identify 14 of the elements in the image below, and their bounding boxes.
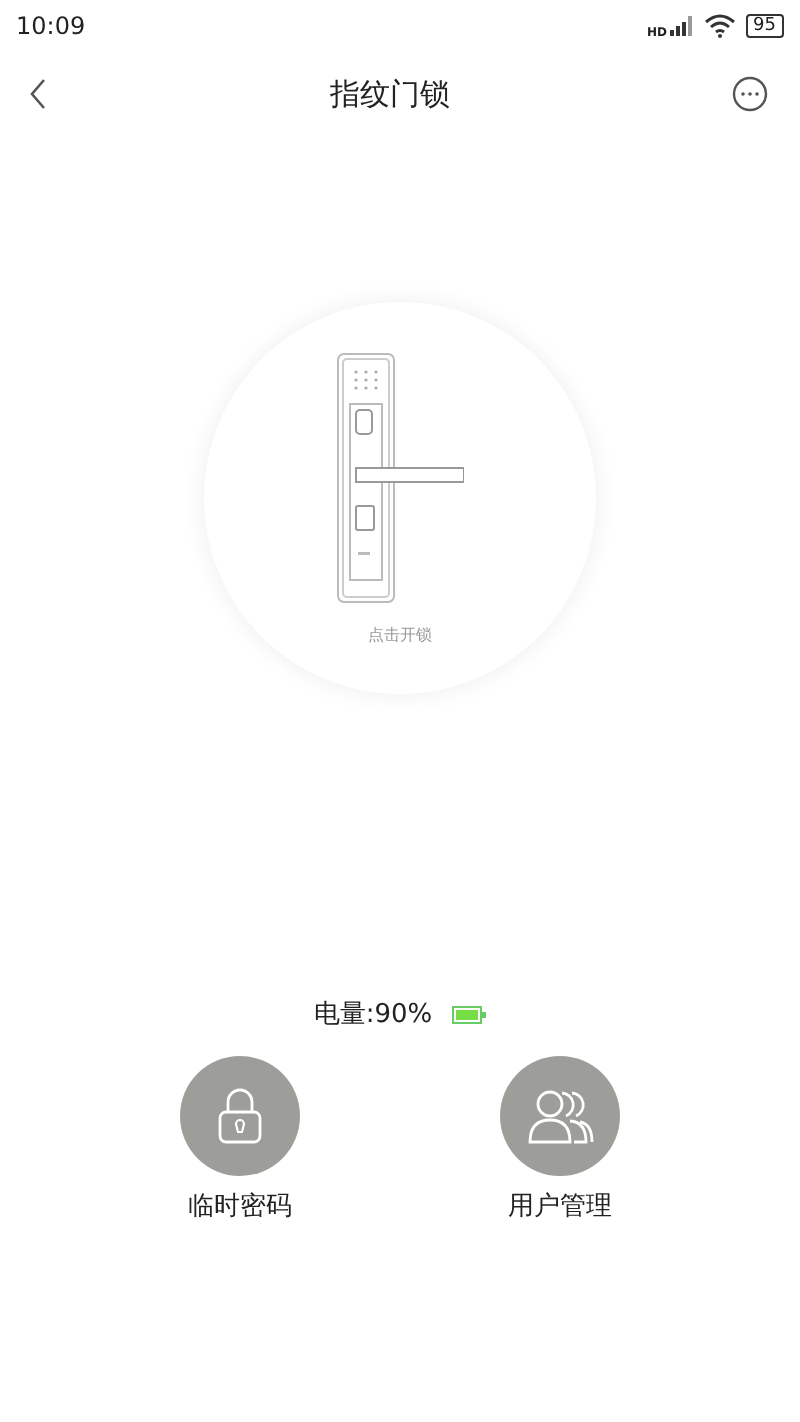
battery-icon bbox=[452, 1005, 487, 1023]
back-icon bbox=[28, 78, 48, 110]
more-icon bbox=[732, 76, 768, 112]
page-title: 指纹门锁 bbox=[330, 75, 450, 113]
more-button[interactable] bbox=[728, 72, 772, 116]
status-time: 10:09 bbox=[16, 12, 86, 40]
users-icon bbox=[526, 1088, 594, 1144]
padlock-icon bbox=[216, 1088, 264, 1144]
battery-indicator: 95 bbox=[745, 14, 784, 38]
user-management-button[interactable]: 用户管理 bbox=[500, 1056, 620, 1224]
temporary-password-button[interactable]: 临时密码 bbox=[180, 1056, 300, 1224]
wifi-icon bbox=[703, 14, 736, 38]
battery-level-text: 电量:90% bbox=[313, 998, 433, 1032]
signal-icon bbox=[669, 16, 694, 36]
